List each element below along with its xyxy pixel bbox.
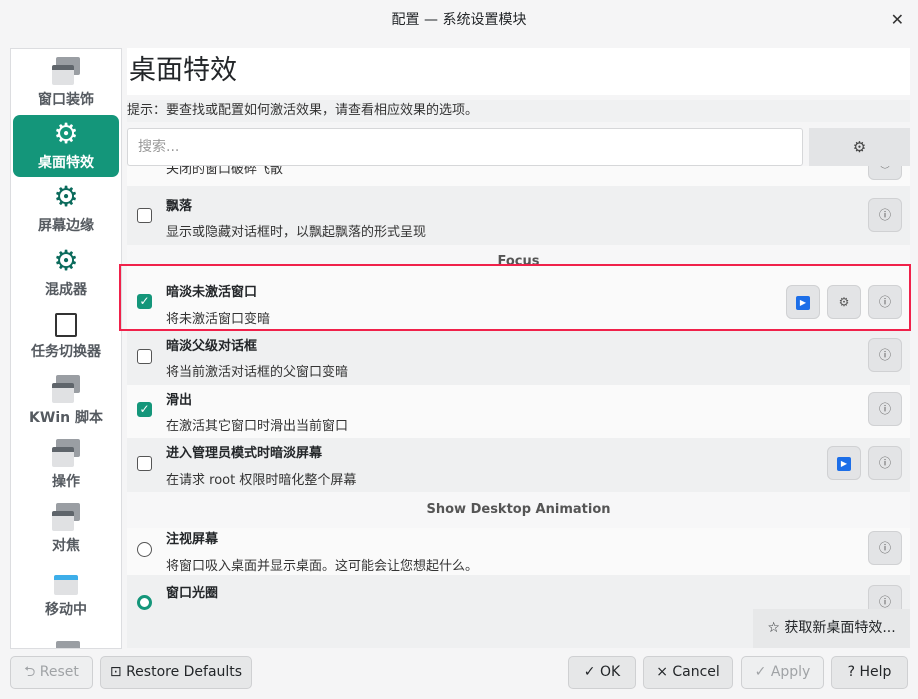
effect-name: 进入管理员模式时暗淡屏幕 xyxy=(166,446,323,461)
video-play-icon: ▶ xyxy=(837,456,851,471)
sidebar-item-partial[interactable] xyxy=(13,625,119,648)
effect-checkbox[interactable] xyxy=(137,349,152,364)
list-item[interactable]: 注视屏幕 将窗口吸入桌面并显示桌面。这可能会让您想起什么。 ⓘ xyxy=(127,528,910,575)
window-icon xyxy=(52,439,80,467)
task-switcher-icon xyxy=(55,313,77,337)
sidebar-item-label: 任务切换器 xyxy=(31,344,101,360)
help-button[interactable]: ? Help xyxy=(831,656,908,689)
sidebar-item-label: KWin 脚本 xyxy=(29,410,103,426)
effect-desc: 在激活其它窗口时滑出当前窗口 xyxy=(166,419,349,434)
configure-effect-button[interactable]: ⚙ xyxy=(827,285,861,319)
sidebar-item-label: 屏幕边缘 xyxy=(38,218,94,234)
effect-desc: 关闭的窗口破碎飞散 xyxy=(166,166,284,177)
move-window-icon xyxy=(52,567,80,595)
effect-name: 窗口光圈 xyxy=(166,586,219,601)
sidebar-item-moving[interactable]: 移动中 xyxy=(13,561,119,625)
info-button[interactable]: ⓘ xyxy=(868,392,902,426)
title-bar: 配置 — 系统设置模块 ✕ xyxy=(0,0,918,40)
list-item[interactable]: 飘落 显示或隐藏对话框时，以飘起飘落的形式呈现 ⓘ xyxy=(127,186,910,245)
window-icon xyxy=(52,503,80,531)
effect-checkbox[interactable]: ✓ xyxy=(137,294,152,309)
gear-icon: ⚙ xyxy=(852,138,867,156)
preview-button[interactable]: ▶ xyxy=(827,446,861,480)
search-input[interactable]: 搜索... xyxy=(127,128,803,166)
sidebar-item-focus[interactable]: 对焦 xyxy=(13,497,119,561)
effect-desc: 在请求 root 权限时暗化整个屏幕 xyxy=(166,473,357,488)
gear-icon: ⚙ xyxy=(53,244,79,277)
sidebar-item-label: 桌面特效 xyxy=(38,155,94,171)
list-item[interactable]: 进入管理员模式时暗淡屏幕 在请求 root 权限时暗化整个屏幕 ▶ ⓘ xyxy=(127,438,910,492)
reset-button[interactable]: ⮌ Reset xyxy=(10,656,93,689)
list-item: 关闭的窗口破碎飞散 ⓘ xyxy=(127,166,910,186)
ok-button[interactable]: ✓ OK xyxy=(568,656,636,689)
effect-name: 注视屏幕 xyxy=(166,532,219,547)
info-button[interactable]: ⓘ xyxy=(868,531,902,565)
sidebar-item-label: 混成器 xyxy=(45,282,87,298)
list-item[interactable]: ✓ 滑出 在激活其它窗口时滑出当前窗口 ⓘ xyxy=(127,385,910,438)
effect-radio[interactable] xyxy=(137,542,152,557)
section-header: Show Desktop Animation xyxy=(426,502,611,517)
effect-checkbox[interactable]: ✓ xyxy=(137,402,152,417)
main-panel: 桌面特效 提示：要查找或配置如何激活效果，请查看相应效果的选项。 搜索... ⚙ xyxy=(127,48,910,166)
video-play-icon: ▶ xyxy=(796,295,810,310)
hint-text: 提示：要查找或配置如何激活效果，请查看相应效果的选项。 xyxy=(127,100,910,122)
effects-list: 关闭的窗口破碎飞散ⓘ 飘落 显示或隐藏对话框时，以飘起飘落的形式呈现 ⓘ Foc… xyxy=(127,166,910,648)
sidebar-item-desktop-effects[interactable]: ⚙ 桌面特效 xyxy=(13,115,119,177)
sidebar-item-label: 窗口装饰 xyxy=(38,92,94,108)
sidebar-item-label: 对焦 xyxy=(52,538,80,554)
preview-button[interactable]: ▶ xyxy=(786,285,820,319)
gear-icon: ⚙ xyxy=(53,180,79,213)
effect-desc: 将当前激活对话框的父窗口变暗 xyxy=(166,365,349,380)
effects-gear-icon: ⚙ xyxy=(53,117,79,150)
effect-desc: 显示或隐藏对话框时，以飘起飘落的形式呈现 xyxy=(166,225,427,240)
info-button[interactable]: ⓘ xyxy=(868,198,902,232)
get-new-effects-button[interactable]: ☆ 获取新桌面特效... xyxy=(753,609,910,648)
sidebar-item-kwin-scripts[interactable]: KWin 脚本 xyxy=(13,369,119,433)
effect-desc: 将窗口吸入桌面并显示桌面。这可能会让您想起什么。 xyxy=(166,559,479,574)
sidebar-item-window-decoration[interactable]: 窗口装饰 xyxy=(13,51,119,115)
info-button[interactable]: ⓘ xyxy=(868,446,902,480)
restore-defaults-button[interactable]: ⊡ Restore Defaults xyxy=(100,656,252,689)
window-title: 配置 — 系统设置模块 xyxy=(391,12,527,28)
configure-button[interactable]: ⚙ xyxy=(809,128,910,166)
info-button[interactable]: ⓘ xyxy=(868,166,902,180)
page-title: 桌面特效 xyxy=(127,48,910,95)
window-decoration-icon xyxy=(52,57,80,85)
gear-icon: ⚙ xyxy=(838,295,850,309)
list-item[interactable]: ✓ 暗淡未激活窗口 将未激活窗口变暗 ▶ ⚙ ⓘ xyxy=(127,265,910,330)
window-icon xyxy=(52,375,80,403)
sidebar-item-screen-edges[interactable]: ⚙ 屏幕边缘 xyxy=(13,177,119,241)
effect-name: 暗淡父级对话框 xyxy=(166,339,258,354)
effect-radio[interactable] xyxy=(137,595,152,610)
sidebar-item-label: 移动中 xyxy=(45,602,87,618)
sidebar-item-actions[interactable]: 操作 xyxy=(13,433,119,497)
sidebar-item-task-switcher[interactable]: 任务切换器 xyxy=(13,305,119,369)
close-icon[interactable]: ✕ xyxy=(891,0,904,40)
effect-desc: 将未激活窗口变暗 xyxy=(166,312,271,327)
sidebar: 窗口装饰 ⚙ 桌面特效 ⚙ 屏幕边缘 ⚙ 混成器 任务切换器 KWin 脚本 操作 对… xyxy=(10,48,122,649)
info-button[interactable]: ⓘ xyxy=(868,338,902,372)
list-item[interactable]: 暗淡父级对话框 将当前激活对话框的父窗口变暗 ⓘ xyxy=(127,331,910,385)
effect-name: 暗淡未激活窗口 xyxy=(166,285,258,300)
effect-name: 飘落 xyxy=(166,199,193,214)
info-button[interactable]: ⓘ xyxy=(868,285,902,319)
apply-button[interactable]: ✓ Apply xyxy=(741,656,824,689)
sidebar-item-label: 操作 xyxy=(52,474,80,490)
effect-checkbox[interactable] xyxy=(137,456,152,471)
sidebar-item-compositor[interactable]: ⚙ 混成器 xyxy=(13,241,119,305)
window-icon xyxy=(52,641,80,648)
effect-checkbox[interactable] xyxy=(137,208,152,223)
cancel-button[interactable]: × Cancel xyxy=(643,656,733,689)
effect-name: 滑出 xyxy=(166,393,193,408)
